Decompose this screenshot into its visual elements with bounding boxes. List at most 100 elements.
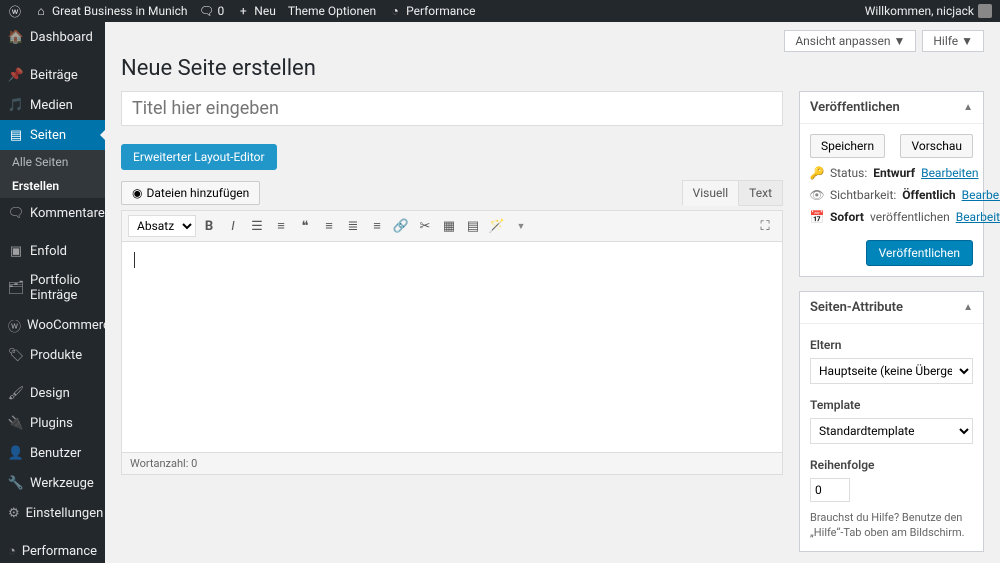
- sidebar-item-plugins[interactable]: 🔌Plugins: [0, 408, 105, 438]
- attributes-box: Seiten-Attribute▲ Eltern Hauptseite (kei…: [799, 291, 984, 552]
- visibility-line: 👁 Sichtbarkeit: Öffentlich Bearbeiten: [810, 188, 973, 202]
- save-draft-button[interactable]: Speichern: [810, 134, 885, 158]
- admin-bar: ⓦ ⌂Great Business in Munich 🗨0 +Neu Them…: [0, 0, 1000, 22]
- chevron-down-icon[interactable]: ▼: [510, 215, 532, 237]
- parent-label: Eltern: [810, 338, 973, 352]
- editor-body[interactable]: [122, 242, 782, 452]
- performance-link[interactable]: ◔Performance: [388, 4, 475, 18]
- brush-icon: 🖌: [8, 385, 24, 401]
- comments-link[interactable]: 🗨0: [200, 4, 225, 18]
- magic-button[interactable]: 🪄: [486, 215, 508, 237]
- gauge-icon: ◔: [388, 4, 402, 18]
- sidebar-item-media[interactable]: 🎵Medien: [0, 90, 105, 120]
- sidebar-item-comments[interactable]: 🗨Kommentare: [0, 198, 105, 228]
- table-button[interactable]: ▤: [462, 215, 484, 237]
- editor-tabs: Visuell Text: [682, 180, 783, 206]
- sidebar-item-pages[interactable]: ▤Seiten: [0, 120, 105, 150]
- sidebar-item-performance[interactable]: ◔Performance: [0, 536, 105, 563]
- new-link[interactable]: +Neu: [236, 4, 276, 18]
- eye-icon: 👁: [810, 188, 824, 202]
- sidebar-item-users[interactable]: 👤Benutzer: [0, 438, 105, 468]
- avatar: [978, 4, 992, 18]
- screen-options-button[interactable]: Ansicht anpassen ▼: [784, 30, 916, 52]
- key-icon: 🔑: [810, 166, 824, 180]
- sidebar-item-dashboard[interactable]: 🏠Dashboard: [0, 22, 105, 52]
- enfold-icon: ▣: [8, 243, 24, 259]
- sidebar-item-products[interactable]: 🏷Produkte: [0, 340, 105, 370]
- publish-box: Veröffentlichen▲ Speichern Vorschau 🔑 St…: [799, 91, 984, 277]
- sidebar-item-tools[interactable]: 🔧Werkzeuge: [0, 468, 105, 498]
- user-menu[interactable]: Willkommen, nicjack: [865, 4, 992, 18]
- calendar-icon: 📅: [810, 210, 824, 224]
- preview-button[interactable]: Vorschau: [900, 134, 973, 158]
- admin-sidebar: 🏠Dashboard 📌Beiträge 🎵Medien ▤Seiten All…: [0, 22, 105, 563]
- sidebar-item-posts[interactable]: 📌Beiträge: [0, 60, 105, 90]
- tool-icon: 🔧: [8, 475, 24, 491]
- site-name: Great Business in Munich: [52, 4, 188, 18]
- plugin-icon: 🔌: [8, 415, 24, 431]
- numbered-list-button[interactable]: ≡: [270, 215, 292, 237]
- woo-icon: ⓦ: [8, 317, 21, 333]
- attributes-help: Brauchst du Hilfe? Benutze den „Hilfe“-T…: [810, 510, 973, 541]
- bold-button[interactable]: B: [198, 215, 220, 237]
- align-center-button[interactable]: ≣: [342, 215, 364, 237]
- edit-visibility-link[interactable]: Bearbeiten: [962, 188, 1000, 202]
- link-button[interactable]: 🔗: [390, 215, 412, 237]
- edit-status-link[interactable]: Bearbeiten: [921, 166, 978, 180]
- template-label: Template: [810, 398, 973, 412]
- dashboard-icon: 🏠: [8, 29, 24, 45]
- chevron-up-icon: ▲: [963, 102, 973, 113]
- sidebar-item-portfolio[interactable]: 🗂Portfolio Einträge: [0, 266, 105, 310]
- plus-icon: +: [236, 4, 250, 18]
- add-media-button[interactable]: ◉Dateien hinzufügen: [121, 181, 260, 205]
- submenu-create-page[interactable]: Erstellen: [0, 174, 105, 198]
- blockquote-button[interactable]: ❝: [294, 215, 316, 237]
- pages-submenu: Alle Seiten Erstellen: [0, 150, 105, 198]
- title-input[interactable]: [121, 91, 783, 126]
- publish-button[interactable]: Veröffentlichen: [866, 240, 973, 266]
- format-select[interactable]: Absatz: [128, 215, 196, 237]
- pin-icon: 📌: [8, 67, 24, 83]
- product-icon: 🏷: [8, 347, 24, 363]
- tab-visual[interactable]: Visuell: [682, 180, 740, 206]
- wordcount: Wortanzahl: 0: [122, 452, 782, 474]
- site-link[interactable]: ⌂ Great Business in Munich: [34, 4, 188, 18]
- comment-icon: 🗨: [200, 4, 214, 18]
- help-button[interactable]: Hilfe ▼: [922, 30, 984, 52]
- edit-schedule-link[interactable]: Bearbeiten: [956, 210, 1000, 224]
- page-icon: ▤: [8, 127, 24, 143]
- settings-icon: ⚙: [8, 505, 20, 521]
- template-select[interactable]: Standardtemplate: [810, 418, 973, 444]
- tab-text[interactable]: Text: [739, 180, 783, 206]
- align-left-button[interactable]: ≡: [318, 215, 340, 237]
- page-title: Neue Seite erstellen: [121, 56, 984, 81]
- fullscreen-button[interactable]: ⛶: [754, 215, 776, 237]
- parent-select[interactable]: Hauptseite (keine Übergeordnete): [810, 358, 973, 384]
- sidebar-item-woo[interactable]: ⓦWooCommerce: [0, 310, 105, 340]
- portfolio-icon: 🗂: [8, 280, 24, 296]
- publish-header[interactable]: Veröffentlichen▲: [800, 92, 983, 124]
- align-right-button[interactable]: ≡: [366, 215, 388, 237]
- attributes-header[interactable]: Seiten-Attribute▲: [800, 292, 983, 324]
- advanced-layout-button[interactable]: Erweiterter Layout-Editor: [121, 144, 277, 170]
- schedule-line: 📅 Sofort veröffentlichen Bearbeiten: [810, 210, 973, 224]
- editor: Absatz B I ☰ ≡ ❝ ≡ ≣ ≡ 🔗 ✂ ▦ ▤ 🪄: [121, 210, 783, 475]
- italic-button[interactable]: I: [222, 215, 244, 237]
- sidebar-item-enfold[interactable]: ▣Enfold: [0, 236, 105, 266]
- more-button[interactable]: ▦: [438, 215, 460, 237]
- user-icon: 👤: [8, 445, 24, 461]
- sidebar-item-settings[interactable]: ⚙Einstellungen: [0, 498, 105, 528]
- sidebar-item-design[interactable]: 🖌Design: [0, 378, 105, 408]
- bullet-list-button[interactable]: ☰: [246, 215, 268, 237]
- media-icon: 🎵: [8, 97, 24, 113]
- comment-count: 0: [218, 4, 225, 18]
- order-input[interactable]: [810, 478, 850, 502]
- wp-logo[interactable]: ⓦ: [8, 4, 22, 18]
- chevron-up-icon: ▲: [963, 302, 973, 313]
- unlink-button[interactable]: ✂: [414, 215, 436, 237]
- camera-icon: ◉: [132, 186, 142, 200]
- main-content: Ansicht anpassen ▼ Hilfe ▼ Neue Seite er…: [105, 22, 1000, 563]
- home-icon: ⌂: [34, 4, 48, 18]
- theme-options-link[interactable]: Theme Optionen: [288, 4, 376, 18]
- submenu-all-pages[interactable]: Alle Seiten: [0, 150, 105, 174]
